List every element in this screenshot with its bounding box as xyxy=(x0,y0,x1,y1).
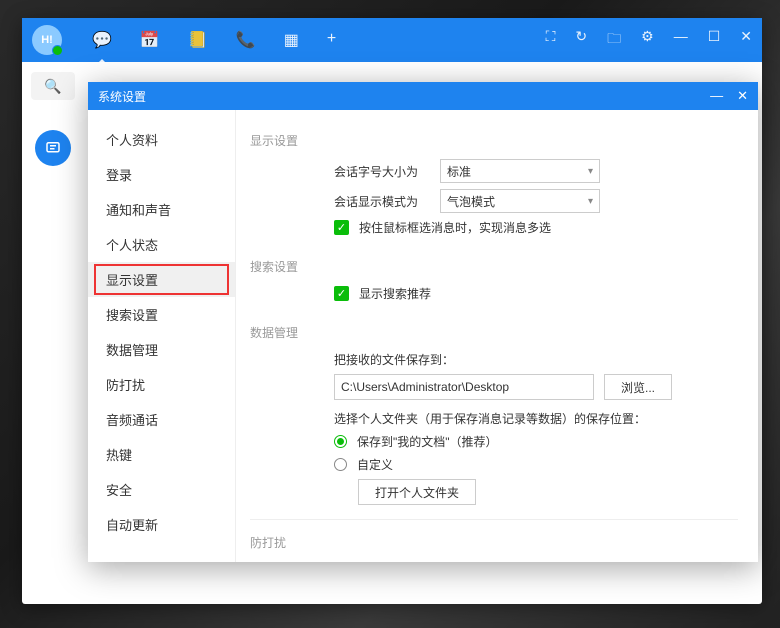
radio-custom-row: 自定义 xyxy=(334,456,738,473)
phone-icon[interactable]: 📞 xyxy=(236,30,256,50)
nav-item-4[interactable]: 显示设置 xyxy=(88,262,235,297)
font-size-select[interactable]: 标准 ▾ xyxy=(440,159,600,183)
dialog-body: 个人资料登录通知和声音个人状态显示设置搜索设置数据管理防打扰音频通话热键安全自动… xyxy=(88,110,758,562)
nav-item-9[interactable]: 热键 xyxy=(88,437,235,472)
gear-icon[interactable]: ⚙ xyxy=(641,28,654,52)
save-to-label: 把接收的文件保存到： xyxy=(334,351,738,368)
chat-icon[interactable]: 💬 xyxy=(92,30,112,50)
multiselect-label: 按住鼠标框选消息时，实现消息多选 xyxy=(359,219,551,236)
nav-item-2[interactable]: 通知和声音 xyxy=(88,192,235,227)
plus-icon[interactable]: + xyxy=(327,30,336,50)
section-search-label: 搜索设置 xyxy=(250,258,738,275)
calendar-icon[interactable]: 📅 xyxy=(140,30,160,50)
nav-item-3[interactable]: 个人状态 xyxy=(88,227,235,262)
multiselect-row: ✓ 按住鼠标框选消息时，实现消息多选 xyxy=(334,219,738,236)
font-size-label: 会话字号大小为 xyxy=(334,163,430,180)
nav-item-8[interactable]: 音频通话 xyxy=(88,402,235,437)
display-mode-value: 气泡模式 xyxy=(447,193,495,210)
left-column: 🔍 xyxy=(22,62,84,604)
history-icon[interactable]: ↻ xyxy=(575,28,587,52)
maximize-icon[interactable]: ☐ xyxy=(708,28,721,52)
save-path-input[interactable]: C:\Users\Administrator\Desktop xyxy=(334,374,594,400)
chevron-down-icon: ▾ xyxy=(588,196,593,207)
chevron-down-icon: ▾ xyxy=(588,166,593,177)
settings-nav: 个人资料登录通知和声音个人状态显示设置搜索设置数据管理防打扰音频通话热键安全自动… xyxy=(88,110,236,562)
radio-save-docs[interactable] xyxy=(334,435,347,448)
browse-button[interactable]: 浏览... xyxy=(604,374,672,400)
avatar-label: H! xyxy=(41,34,53,46)
multiselect-checkbox[interactable]: ✓ xyxy=(334,220,349,235)
apps-icon[interactable]: ▦ xyxy=(284,30,299,50)
folder-icon[interactable]: 🗀 xyxy=(607,28,621,52)
chat-list-badge[interactable] xyxy=(35,130,71,166)
radio-save-docs-label: 保存到"我的文档"（推荐） xyxy=(357,433,498,450)
nav-item-11[interactable]: 自动更新 xyxy=(88,507,235,542)
open-folder-button-label: 打开个人文件夹 xyxy=(375,484,459,501)
font-size-value: 标准 xyxy=(447,163,471,180)
section-display-label: 显示设置 xyxy=(250,132,738,149)
search-recommend-row: ✓ 显示搜索推荐 xyxy=(334,285,738,302)
capture-icon[interactable]: ⛶ xyxy=(546,28,556,52)
notes-icon[interactable]: 📒 xyxy=(188,30,208,50)
display-mode-row: 会话显示模式为 气泡模式 ▾ xyxy=(334,189,738,213)
avatar[interactable]: H! xyxy=(32,25,62,55)
nav-item-7[interactable]: 防打扰 xyxy=(88,367,235,402)
radio-save-custom-label: 自定义 xyxy=(357,456,393,473)
nav-item-5[interactable]: 搜索设置 xyxy=(88,297,235,332)
radio-save-custom[interactable] xyxy=(334,458,347,471)
minimize-icon[interactable]: — xyxy=(674,28,688,52)
display-mode-label: 会话显示模式为 xyxy=(334,193,430,210)
nav-item-6[interactable]: 数据管理 xyxy=(88,332,235,367)
font-size-row: 会话字号大小为 标准 ▾ xyxy=(334,159,738,183)
browse-button-label: 浏览... xyxy=(621,379,655,396)
nav-item-0[interactable]: 个人资料 xyxy=(88,122,235,157)
divider xyxy=(250,519,738,520)
nav-item-10[interactable]: 安全 xyxy=(88,472,235,507)
titlebar-left-icons: 💬 📅 📒 📞 ▦ + xyxy=(92,30,336,50)
dialog-titlebar: 系统设置 — ✕ xyxy=(88,82,758,110)
radio-docs-row: 保存到"我的文档"（推荐） xyxy=(334,433,738,450)
display-mode-select[interactable]: 气泡模式 ▾ xyxy=(440,189,600,213)
section-data-label: 数据管理 xyxy=(250,324,738,341)
dialog-title: 系统设置 xyxy=(98,88,146,105)
save-path-row: C:\Users\Administrator\Desktop 浏览... xyxy=(334,374,738,400)
search-recommend-label: 显示搜索推荐 xyxy=(359,285,431,302)
open-folder-button[interactable]: 打开个人文件夹 xyxy=(358,479,476,505)
section-dnd-label: 防打扰 xyxy=(250,534,738,551)
settings-content: 显示设置 会话字号大小为 标准 ▾ 会话显示模式为 气泡模式 ▾ ✓ 按住鼠标框… xyxy=(236,110,758,562)
settings-dialog: 系统设置 — ✕ 个人资料登录通知和声音个人状态显示设置搜索设置数据管理防打扰音… xyxy=(88,82,758,562)
dialog-close-icon[interactable]: ✕ xyxy=(737,88,748,104)
search-input[interactable]: 🔍 xyxy=(31,72,75,100)
open-folder-row: 打开个人文件夹 xyxy=(358,479,738,505)
titlebar: H! 💬 📅 📒 📞 ▦ + ⛶ ↻ 🗀 ⚙ — ☐ ✕ xyxy=(22,18,762,62)
search-recommend-checkbox[interactable]: ✓ xyxy=(334,286,349,301)
folder-hint: 选择个人文件夹（用于保存消息记录等数据）的保存位置： xyxy=(334,410,738,427)
nav-item-1[interactable]: 登录 xyxy=(88,157,235,192)
dialog-minimize-icon[interactable]: — xyxy=(710,88,723,104)
save-path-value: C:\Users\Administrator\Desktop xyxy=(341,380,509,394)
titlebar-right-icons: ⛶ ↻ 🗀 ⚙ — ☐ ✕ xyxy=(546,28,752,52)
close-icon[interactable]: ✕ xyxy=(740,28,752,52)
